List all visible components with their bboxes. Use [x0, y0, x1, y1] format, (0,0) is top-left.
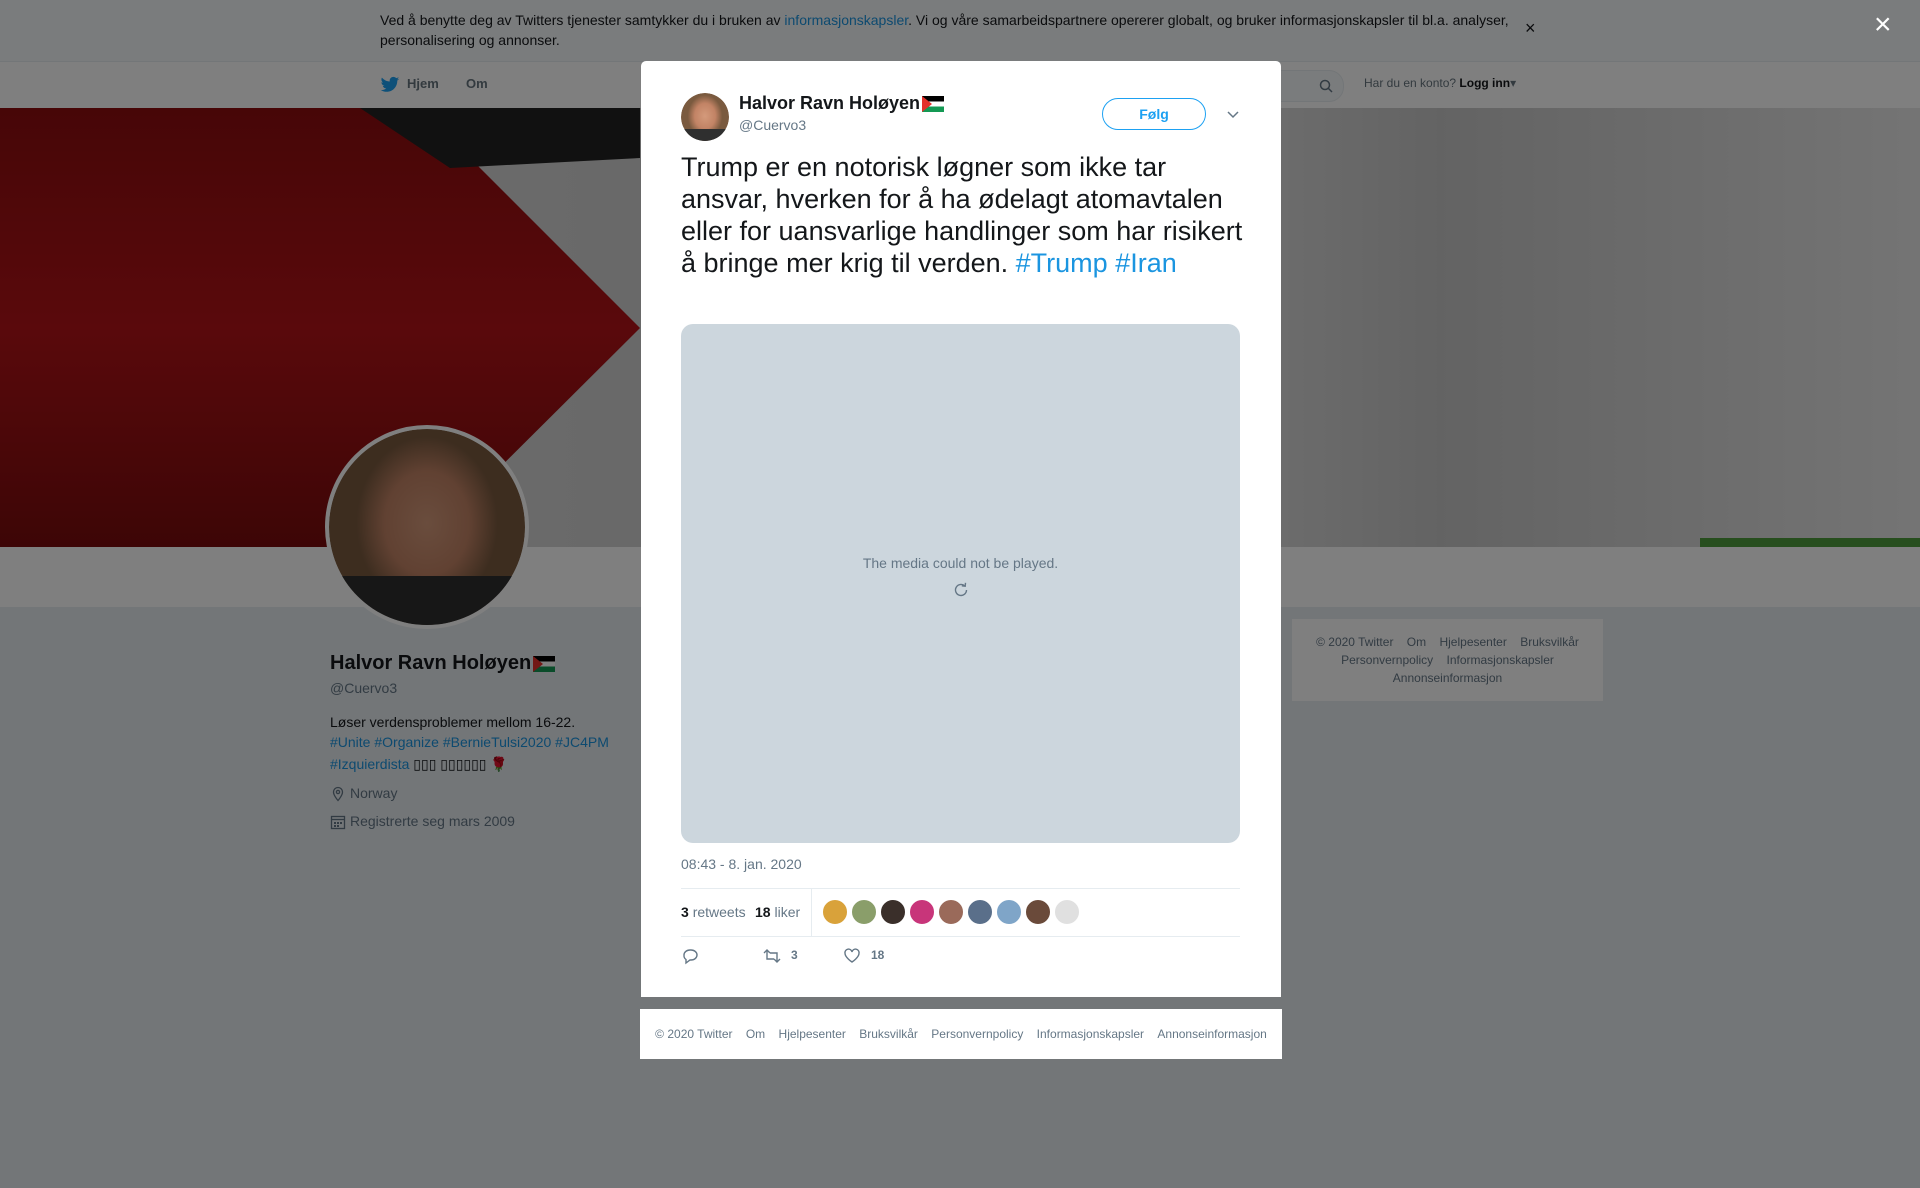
hashtag-trump[interactable]: #Trump — [1016, 248, 1108, 278]
retweet-icon — [763, 949, 781, 963]
like-button[interactable]: 18 — [843, 947, 884, 965]
avatar-face — [681, 93, 729, 141]
retweet-button[interactable]: 3 — [763, 947, 798, 965]
likes-stat[interactable]: 18 liker — [755, 904, 800, 920]
tweet-author-avatar[interactable] — [681, 93, 729, 141]
likes-count: 18 — [755, 904, 771, 920]
liker-avatar[interactable] — [967, 899, 993, 925]
liker-avatar[interactable] — [1025, 899, 1051, 925]
heart-icon — [844, 948, 860, 963]
retweets-count: 3 — [681, 904, 689, 920]
liker-avatar[interactable] — [909, 899, 935, 925]
like-count: 18 — [871, 948, 885, 963]
modal-footer-about-link[interactable]: Om — [746, 1027, 765, 1041]
close-icon[interactable]: × — [1874, 10, 1892, 40]
tweet-author-handle[interactable]: @Cuervo3 — [739, 117, 806, 133]
liker-avatar[interactable] — [822, 899, 848, 925]
tweet-stats: 3 retweets 18 liker — [681, 888, 1240, 937]
modal-footer-cookies-link[interactable]: Informasjonskapsler — [1037, 1027, 1144, 1041]
media-player[interactable]: The media could not be played. — [681, 324, 1240, 843]
tweet-author-name-text: Halvor Ravn Holøyen — [739, 93, 921, 113]
media-error-message: The media could not be played. — [862, 555, 1059, 571]
modal-footer-help-link[interactable]: Hjelpesenter — [779, 1027, 846, 1041]
tweet-timestamp[interactable]: 08:43 - 8. jan. 2020 — [681, 856, 802, 872]
liker-avatar[interactable] — [996, 899, 1022, 925]
liker-avatar[interactable] — [1054, 899, 1080, 925]
likes-label: liker — [774, 904, 801, 920]
modal-footer: © 2020 Twitter Om Hjelpesenter Bruksvilk… — [640, 1009, 1282, 1059]
stats-divider — [811, 889, 812, 936]
modal-footer-terms-link[interactable]: Bruksvilkår — [859, 1027, 918, 1041]
retweets-stat[interactable]: 3 retweets — [681, 904, 746, 920]
tweet-author-name[interactable]: Halvor Ravn Holøyen — [739, 93, 945, 114]
retweets-label: retweets — [692, 904, 746, 920]
liker-avatar[interactable] — [938, 899, 964, 925]
tweet-modal: Halvor Ravn Holøyen @Cuervo3 Følg Trump … — [641, 61, 1281, 997]
hashtag-iran[interactable]: #Iran — [1115, 248, 1177, 278]
retweet-count: 3 — [791, 948, 798, 963]
palestine-flag-icon — [922, 96, 945, 113]
reply-icon — [683, 949, 698, 965]
chevron-down-icon[interactable] — [1226, 107, 1240, 121]
modal-footer-privacy-link[interactable]: Personvernpolicy — [931, 1027, 1023, 1041]
follow-button[interactable]: Følg — [1102, 98, 1206, 130]
reply-button[interactable] — [681, 947, 709, 965]
tweet-actions: 3 18 — [681, 947, 1240, 971]
modal-footer-ads-link[interactable]: Annonseinformasjon — [1157, 1027, 1266, 1041]
liker-avatar[interactable] — [851, 899, 877, 925]
modal-footer-copyright: © 2020 Twitter — [655, 1027, 733, 1041]
liker-avatar[interactable] — [880, 899, 906, 925]
retry-icon[interactable] — [952, 581, 970, 599]
tweet-text: Trump er en notorisk løgner som ikke tar… — [681, 151, 1246, 279]
